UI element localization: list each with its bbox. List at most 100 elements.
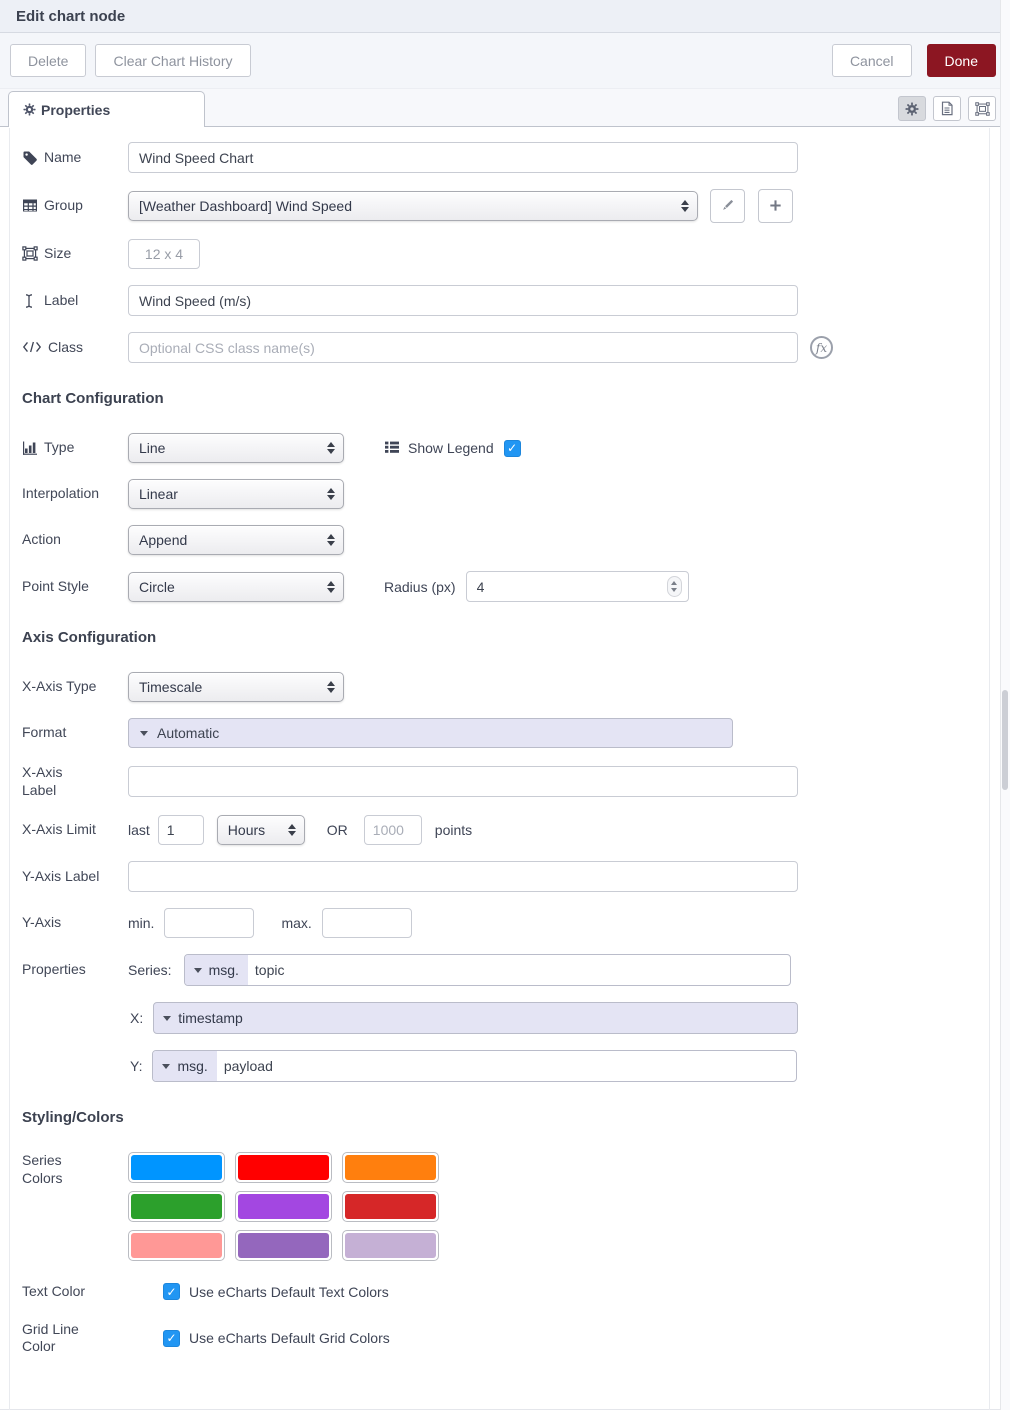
y-axis-label-label-group: Y-Axis Label [22,868,128,886]
x-axis-limit-unit-select[interactable]: Hours [217,815,305,845]
series-color-swatch[interactable] [342,1152,439,1183]
x-axis-label-input[interactable] [128,766,798,797]
y-property-typed-input[interactable]: msg. payload [152,1050,797,1082]
series-color-swatch[interactable] [128,1191,225,1222]
group-label-group: Group [22,197,128,215]
show-legend-checkbox[interactable]: ✓ [504,440,521,457]
x-axis-type-label-group: X-Axis Type [22,678,128,696]
series-colors-label-group: Series Colors [22,1152,128,1187]
vertical-scrollbar[interactable] [1000,0,1010,1410]
interpolation-label: Interpolation [22,485,99,503]
name-input[interactable] [128,142,798,173]
edit-group-button[interactable] [710,189,745,223]
y-property-value: payload [217,1051,273,1081]
class-input[interactable] [128,332,798,363]
type-label-group: Type [22,439,128,457]
group-select-value: [Weather Dashboard] Wind Speed [139,198,352,214]
chart-configuration-heading: Chart Configuration [22,390,1010,407]
content-right-edge [989,128,990,1410]
group-label: Group [44,197,83,215]
series-color-swatch[interactable] [128,1230,225,1261]
y-axis-max-input[interactable] [322,908,412,938]
x-axis-limit-unit-value: Hours [228,822,265,838]
x-axis-label-label-group: X-Axis Label [22,764,128,799]
point-style-select[interactable]: Circle [128,572,344,602]
label-label-group: Label [22,292,128,310]
pencil-icon [720,198,736,214]
dialog-header: Edit chart node [0,0,1010,33]
action-label-group: Action [22,531,128,549]
point-style-label-group: Point Style [22,578,128,596]
size-label: Size [44,245,71,263]
object-group-icon [22,246,38,262]
series-type-selector[interactable]: msg. [185,955,248,985]
type-select-value: Line [139,440,165,456]
x-property-typed-input[interactable]: timestamp [153,1002,798,1034]
gear-icon [23,103,36,116]
default-grid-colors-checkbox[interactable]: ✓ [163,1330,180,1347]
cancel-button[interactable]: Cancel [832,44,912,77]
y-axis-label-label: Y-Axis Label [22,868,99,886]
y-axis-label-input[interactable] [128,861,798,892]
x-axis-limit-last-label: last [128,822,150,838]
object-group-icon [975,102,990,116]
name-label: Name [44,149,81,167]
y-property-label: Y: [130,1058,142,1074]
select-arrows-icon [319,681,335,693]
fx-icon: fx [810,336,833,359]
edit-description-button[interactable] [933,96,961,121]
y-property-type-selector[interactable]: msg. [153,1051,216,1081]
y-property-type-label: msg. [177,1058,207,1074]
class-label-group: Class [22,339,128,357]
series-color-swatch[interactable] [128,1152,225,1183]
legend-list-icon [384,440,400,456]
series-color-swatch[interactable] [235,1230,332,1261]
series-color-swatch[interactable] [235,1152,332,1183]
done-button[interactable]: Done [927,44,996,77]
bar-chart-icon [22,440,38,456]
axis-configuration-heading: Axis Configuration [22,629,1010,646]
default-text-colors-checkbox[interactable]: ✓ [163,1283,180,1300]
group-select[interactable]: [Weather Dashboard] Wind Speed [128,191,698,221]
delete-button[interactable]: Delete [10,44,86,77]
y-axis-min-input[interactable] [164,908,254,938]
x-axis-label-label: X-Axis Label [22,764,78,799]
scrollbar-thumb[interactable] [1002,690,1008,790]
tag-icon [22,150,38,166]
x-axis-limit-label-group: X-Axis Limit [22,821,128,839]
number-spinner[interactable] [667,576,682,597]
tab-properties[interactable]: Properties [8,91,205,127]
series-color-swatch[interactable] [235,1191,332,1222]
x-property-type-selector[interactable]: timestamp [154,1003,252,1033]
series-color-swatch[interactable] [342,1191,439,1222]
x-axis-type-select[interactable]: Timescale [128,672,344,702]
clear-chart-history-button[interactable]: Clear Chart History [95,44,250,77]
format-dropdown[interactable]: Automatic [128,718,733,748]
add-group-button[interactable] [758,189,793,223]
x-axis-limit-points-input[interactable] [364,815,422,845]
series-colors-label: Series Colors [22,1152,78,1187]
series-typed-input[interactable]: msg. topic [184,954,791,986]
size-button[interactable]: 12 x 4 [128,239,200,269]
x-axis-limit-label: X-Axis Limit [22,821,96,839]
label-input[interactable] [128,285,798,316]
series-color-swatch[interactable] [342,1230,439,1261]
size-label-group: Size [22,245,128,263]
y-axis-label-group: Y-Axis [22,914,128,932]
type-select[interactable]: Line [128,433,344,463]
text-color-label-group: Text Color [22,1283,128,1301]
select-arrows-icon [280,824,296,836]
tab-properties-label: Properties [41,102,110,118]
format-label-group: Format [22,724,128,742]
radius-input[interactable] [466,571,689,602]
interpolation-select[interactable]: Linear [128,479,344,509]
x-axis-limit-last-input[interactable] [158,815,204,845]
edit-appearance-button[interactable] [968,96,996,121]
series-type-label: msg. [209,962,239,978]
x-property-label: X: [130,1010,143,1026]
edit-properties-button[interactable] [898,96,926,121]
action-select[interactable]: Append [128,525,344,555]
series-label: Series: [128,962,172,978]
y-axis-max-label: max. [281,915,311,931]
document-icon [940,101,954,116]
